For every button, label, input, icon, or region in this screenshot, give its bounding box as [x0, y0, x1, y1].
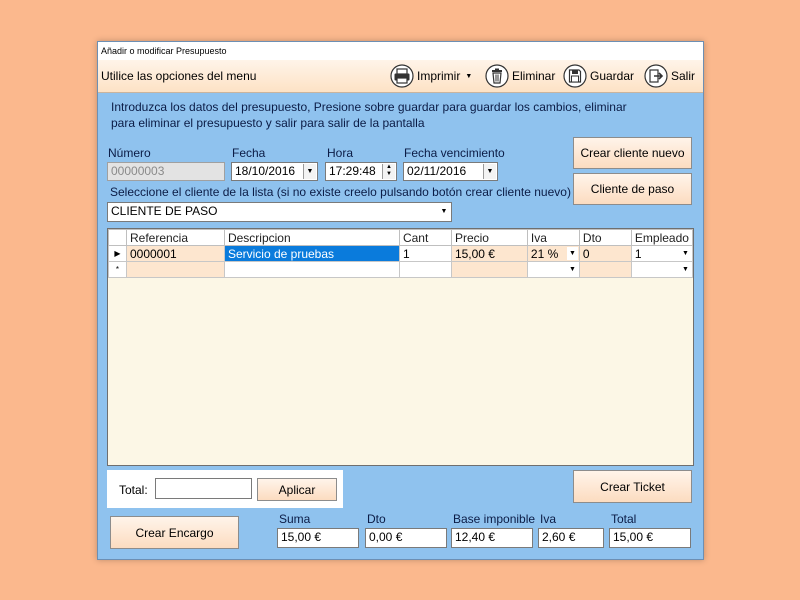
exit-label: Salir: [671, 69, 696, 83]
spinner-icon[interactable]: ▲ ▼: [382, 164, 395, 179]
exit-button[interactable]: Salir: [644, 63, 695, 89]
col-empleado[interactable]: Empleado: [630, 229, 693, 246]
save-label: Guardar: [590, 69, 635, 83]
iva-field: 2,60 €: [538, 528, 604, 548]
chevron-down-icon[interactable]: ▼: [483, 164, 496, 179]
total-label: Total:: [119, 483, 148, 497]
total-summary-field: 15,00 €: [609, 528, 691, 548]
iva-label: Iva: [540, 512, 557, 526]
col-dto[interactable]: Dto: [578, 229, 632, 246]
base-label: Base imponible: [453, 512, 536, 526]
chevron-down-icon[interactable]: ▼: [680, 247, 691, 260]
print-button[interactable]: Imprimir ▼: [390, 63, 472, 89]
cell-descripcion-new[interactable]: [223, 261, 400, 278]
chevron-down-icon[interactable]: ▼: [438, 204, 450, 219]
total-panel: Total: Aplicar: [107, 470, 343, 508]
fecha-value: 18/10/2016: [235, 164, 296, 178]
vencimiento-field[interactable]: 02/11/2016 ▼: [403, 162, 498, 181]
create-ticket-button[interactable]: Crear Ticket: [573, 470, 692, 503]
cell-precio-new[interactable]: [450, 261, 528, 278]
client-select[interactable]: CLIENTE DE PASO ▼: [107, 202, 452, 222]
create-client-button[interactable]: Crear cliente nuevo: [573, 137, 692, 169]
current-row-marker: ▶: [108, 245, 127, 262]
cell-referencia[interactable]: 0000001: [125, 245, 225, 262]
suma-field: 15,00 €: [277, 528, 359, 548]
fecha-label: Fecha: [232, 146, 266, 160]
cell-iva[interactable]: 21 % ▼: [526, 245, 580, 262]
fecha-field[interactable]: 18/10/2016 ▼: [231, 162, 318, 181]
delete-label: Eliminar: [512, 69, 556, 83]
floppy-icon: [563, 64, 587, 88]
chevron-down-icon[interactable]: ▼: [566, 263, 578, 276]
new-row-marker: *: [108, 261, 127, 278]
cell-descripcion[interactable]: Servicio de pruebas: [223, 245, 400, 262]
client-value: CLIENTE DE PASO: [111, 204, 218, 218]
vencimiento-value: 02/11/2016: [407, 164, 467, 178]
printer-icon: [390, 64, 414, 88]
numero-label: Número: [108, 146, 151, 160]
save-button[interactable]: Guardar: [563, 63, 634, 89]
dto-field: 0,00 €: [365, 528, 447, 548]
cell-iva-new[interactable]: ▼: [526, 261, 580, 278]
cell-cant[interactable]: 1: [398, 245, 452, 262]
chevron-down-icon[interactable]: ▼: [680, 263, 691, 276]
menu-bar: Utilice las opciones del menu Imprimir ▼…: [98, 60, 703, 93]
client-prompt: Seleccione el cliente de la lista (si no…: [110, 185, 571, 199]
cell-precio[interactable]: 15,00 €: [450, 245, 528, 262]
cell-dto-new[interactable]: [578, 261, 632, 278]
hora-value: 17:29:48: [329, 164, 376, 178]
hora-field[interactable]: 17:29:48 ▲ ▼: [325, 162, 397, 181]
total-input[interactable]: [155, 478, 252, 499]
menu-title: Utilice las opciones del menu: [101, 69, 257, 83]
trash-icon: [485, 64, 509, 88]
numero-field: 00000003: [107, 162, 225, 181]
items-grid[interactable]: Referencia Descripcion Cant Precio Iva D…: [107, 228, 694, 466]
col-iva[interactable]: Iva: [526, 229, 580, 246]
items-table: Referencia Descripcion Cant Precio Iva D…: [108, 229, 693, 278]
total-summary-label: Total: [611, 512, 637, 526]
col-descripcion[interactable]: Descripcion: [223, 229, 400, 246]
apply-button[interactable]: Aplicar: [257, 478, 337, 501]
col-cant[interactable]: Cant: [398, 229, 452, 246]
cell-cant-new[interactable]: [398, 261, 452, 278]
empleado-value: 1: [634, 246, 642, 261]
suma-label: Suma: [279, 512, 311, 526]
cell-empleado[interactable]: 1 ▼: [630, 245, 693, 262]
chevron-down-icon[interactable]: ▼: [566, 247, 578, 260]
chevron-down-icon[interactable]: ▼: [303, 164, 316, 179]
table-new-row[interactable]: * ▼ ▼: [108, 261, 693, 278]
create-order-button[interactable]: Crear Encargo: [110, 516, 239, 549]
cell-empleado-new[interactable]: ▼: [630, 261, 693, 278]
row-header-corner: [108, 229, 127, 246]
table-row[interactable]: ▶ 0000001 Servicio de pruebas 1 15,00 € …: [108, 245, 693, 262]
hora-label: Hora: [327, 146, 354, 160]
exit-icon: [644, 64, 668, 88]
base-field: 12,40 €: [451, 528, 533, 548]
walk-in-client-button[interactable]: Cliente de paso: [573, 173, 692, 205]
iva-value: 21 %: [530, 246, 559, 261]
vencimiento-label: Fecha vencimiento: [404, 146, 505, 160]
col-referencia[interactable]: Referencia: [125, 229, 225, 246]
instructions-text: Introduzca los datos del presupuesto, Pr…: [111, 100, 627, 130]
cell-referencia-new[interactable]: [125, 261, 225, 278]
cell-dto[interactable]: 0: [578, 245, 632, 262]
chevron-down-icon[interactable]: ▼: [465, 73, 472, 80]
delete-button[interactable]: Eliminar: [485, 63, 555, 89]
col-precio[interactable]: Precio: [450, 229, 528, 246]
table-header-row: Referencia Descripcion Cant Precio Iva D…: [108, 229, 693, 246]
dto-label: Dto: [367, 512, 386, 526]
budget-window: Añadir o modificar Presupuesto Utilice l…: [97, 41, 704, 560]
window-title: Añadir o modificar Presupuesto: [98, 42, 703, 60]
print-label: Imprimir: [417, 69, 461, 83]
